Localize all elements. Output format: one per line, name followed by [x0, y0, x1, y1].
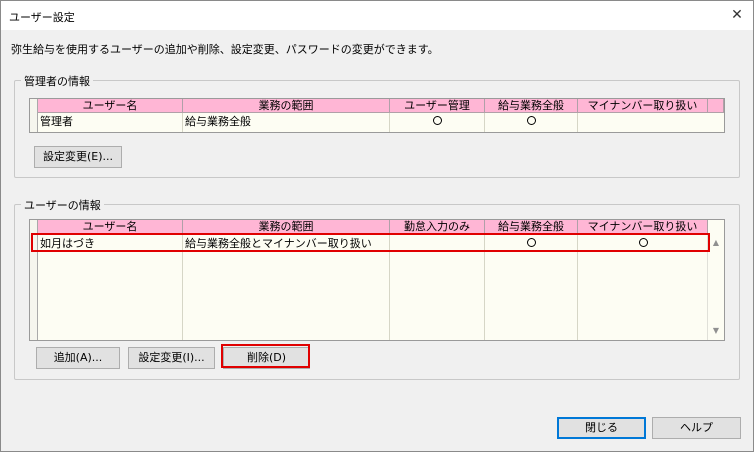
users-header-mynumber: マイナンバー取り扱い — [578, 220, 708, 234]
admin-header-user-mgmt: ユーザー管理 — [390, 99, 485, 113]
admin-cell-scope[interactable]: 給与業務全般 — [183, 114, 390, 129]
window-title: ユーザー設定 — [9, 11, 75, 24]
user-info-group: ユーザーの情報 ユーザー名 業務の範囲 勤怠入力のみ 給与業務全般 マイナンバー… — [14, 197, 740, 380]
admin-header-mynumber: マイナンバー取り扱い — [578, 99, 708, 113]
user-settings-dialog: ユーザー設定 ✕ 弥生給与を使用するユーザーの追加や削除、設定変更、パスワードの… — [0, 0, 754, 452]
admin-grid: ユーザー名 業務の範囲 ユーザー管理 給与業務全般 マイナンバー取り扱い 管理者… — [29, 98, 725, 133]
admin-header-spacer — [708, 99, 724, 113]
users-header-payroll: 給与業務全般 — [485, 220, 578, 234]
scroll-up-icon[interactable]: ▲ — [708, 236, 724, 250]
delete-button-highlight — [221, 344, 310, 368]
help-button[interactable]: ヘルプ — [652, 417, 741, 439]
users-header-username: ユーザー名 — [38, 220, 183, 234]
title-bar: ユーザー設定 ✕ — [1, 1, 753, 30]
admin-header-username: ユーザー名 — [38, 99, 183, 113]
admin-header-payroll: 給与業務全般 — [485, 99, 578, 113]
description-text: 弥生給与を使用するユーザーの追加や削除、設定変更、パスワードの変更ができます。 — [11, 43, 439, 56]
users-group-title: ユーザーの情報 — [21, 197, 104, 213]
admin-info-group: 管理者の情報 ユーザー名 業務の範囲 ユーザー管理 給与業務全般 マイナンバー取… — [14, 73, 740, 178]
close-button[interactable]: 閉じる — [557, 417, 646, 439]
add-user-button[interactable]: 追加(A)... — [36, 347, 120, 369]
user-settings-button[interactable]: 設定変更(I)... — [128, 347, 215, 369]
admin-cell-payroll[interactable] — [485, 114, 578, 129]
admin-settings-button[interactable]: 設定変更(E)... — [34, 146, 122, 168]
close-icon[interactable]: ✕ — [725, 3, 749, 27]
scroll-down-icon[interactable]: ▼ — [708, 324, 724, 338]
users-header-scope: 業務の範囲 — [183, 220, 390, 234]
selected-row-highlight — [31, 233, 710, 252]
circle-mark-icon — [433, 116, 442, 125]
admin-group-title: 管理者の情報 — [21, 73, 93, 89]
admin-cell-user-mgmt[interactable] — [390, 114, 485, 129]
admin-cell-mynumber[interactable] — [578, 114, 708, 129]
users-header-attendance: 勤怠入力のみ — [390, 220, 485, 234]
admin-header-scope: 業務の範囲 — [183, 99, 390, 113]
admin-row-selector[interactable] — [30, 99, 38, 132]
admin-cell-username[interactable]: 管理者 — [38, 114, 183, 129]
circle-mark-icon — [527, 116, 536, 125]
